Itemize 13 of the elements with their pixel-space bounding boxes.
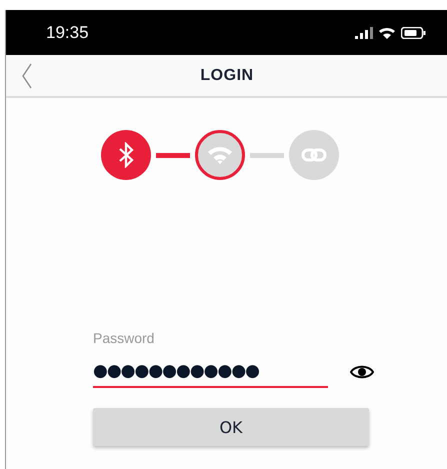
bluetooth-icon — [118, 142, 134, 168]
ok-button[interactable]: OK — [93, 408, 369, 446]
status-time: 19:35 — [46, 22, 89, 42]
password-field[interactable]: ●●●●●●●●●●●● — [93, 356, 328, 388]
password-label: Password — [93, 330, 156, 346]
back-button[interactable] — [20, 63, 34, 89]
link-icon — [301, 148, 327, 162]
wifi-icon — [207, 145, 233, 165]
eye-icon[interactable] — [350, 364, 374, 380]
signal-icon — [355, 26, 373, 39]
battery-icon — [401, 26, 426, 38]
page-title: LOGIN — [200, 66, 254, 84]
wifi-icon — [379, 26, 395, 38]
